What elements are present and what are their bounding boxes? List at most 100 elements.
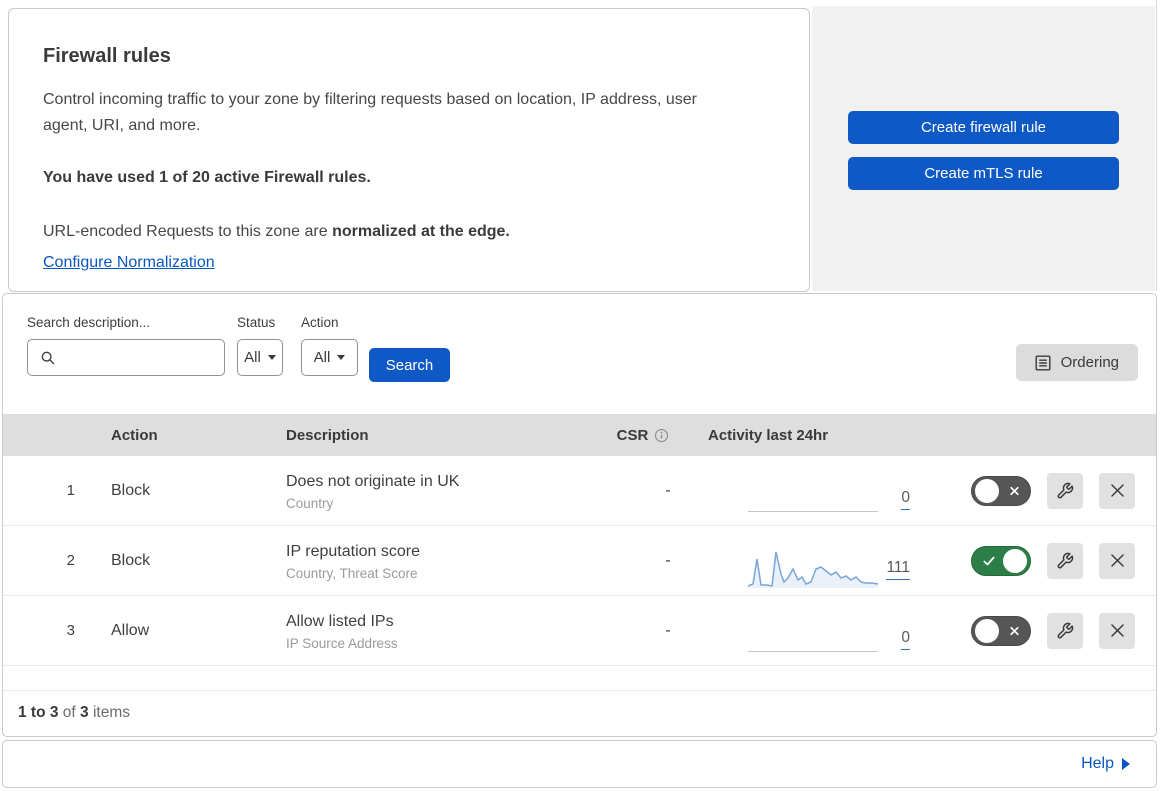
status-select-value: All [244,349,261,366]
rule-description: Does not originate in UK [286,472,460,490]
ordering-list-icon [1035,355,1051,371]
chevron-down-icon [267,355,276,360]
edit-rule-button[interactable] [1047,542,1083,579]
edit-rule-button[interactable] [1047,612,1083,649]
rule-priority: 1 [66,482,75,499]
rule-priority: 2 [66,552,75,569]
wrench-icon [1057,622,1074,638]
activity-sparkline-flat [748,511,878,512]
activity-count-link[interactable]: 0 [901,629,910,650]
status-select[interactable]: All [237,339,283,376]
close-icon [1110,484,1124,497]
activity-sparkline [748,551,878,588]
close-icon [1110,624,1124,637]
action-select[interactable]: All [301,339,358,376]
page-description: Control incoming traffic to your zone by… [43,91,697,134]
normalization-note: URL-encoded Requests to this zone are no… [43,219,769,245]
table-footer: 1 to 3 of 3 items [3,691,1156,722]
rule-fields: Country, Threat Score [286,565,418,581]
rule-csr-value: - [665,551,671,569]
arrow-right-icon [1122,758,1130,770]
items-of-label: of [62,704,76,721]
action-select-value: All [313,349,331,366]
toggle-off-x-icon [1008,484,1021,497]
activity-count-link[interactable]: 0 [901,489,910,510]
chevron-down-icon [337,355,346,360]
rule-description-cell: Does not originate in UK Country [273,471,583,511]
toggle-knob [975,618,999,643]
help-link[interactable]: Help [1081,755,1130,773]
normalization-note-text: URL-encoded Requests to this zone are [43,223,333,240]
usage-summary: You have used 1 of 20 active Firewall ru… [43,169,371,186]
search-button[interactable]: Search [369,348,450,382]
rule-description-cell: IP reputation score Country, Threat Scor… [273,541,583,581]
ordering-button[interactable]: Ordering [1015,344,1138,381]
rule-priority: 3 [66,622,75,639]
toggle-knob [1003,548,1027,573]
firewall-rules-table-card: Search description... Status All Action … [2,293,1157,737]
configure-normalization-link[interactable]: Configure Normalization [43,254,215,272]
rule-activity-cell: 111 [703,526,938,595]
filter-bar: Search description... Status All Action … [3,294,1156,414]
table-row: 3 Allow Allow listed IPs IP Source Addre… [3,596,1156,666]
rule-action: Block [111,551,151,569]
items-label: items [92,704,131,721]
toggle-off-x-icon [1008,624,1021,637]
action-filter: Action All [301,315,358,376]
toggle-on-check-icon [982,554,996,568]
actions-panel: Create firewall rule Create mTLS rule [812,6,1155,291]
delete-rule-button[interactable] [1099,542,1135,579]
table-row: 2 Block IP reputation score Country, Thr… [3,526,1156,596]
action-label: Action [301,315,339,330]
activity-count-link[interactable]: 111 [886,559,910,580]
rule-csr-value: - [665,621,671,639]
rule-activity-cell: 0 [703,596,938,665]
activity-column-header: Activity last 24hr [708,426,829,444]
status-label: Status [237,315,276,330]
rule-fields: IP Source Address [286,635,398,651]
rule-controls [938,472,1156,509]
firewall-rules-header-card: Firewall rules Control incoming traffic … [8,8,810,292]
table-header-row: Action Description CSR Activity last 24h… [3,414,1156,456]
delete-rule-button[interactable] [1099,612,1135,649]
help-label: Help [1081,755,1114,772]
page-title: Firewall rules [43,45,171,67]
search-label: Search description... [27,315,151,330]
csr-header-label: CSR [616,426,649,444]
normalization-note-bold: normalized at the edge. [332,223,510,240]
search-input-box[interactable] [27,339,225,376]
rule-enabled-toggle[interactable] [971,545,1031,576]
wrench-icon [1057,482,1074,498]
rule-fields: Country [286,495,334,511]
rule-description: Allow listed IPs [286,612,394,630]
table-empty-spacer [3,666,1156,691]
table-row: 1 Block Does not originate in UK Country… [3,456,1156,526]
rule-controls [938,542,1156,579]
info-icon[interactable] [654,428,669,443]
csr-column-header: CSR [583,427,703,444]
rule-enabled-toggle[interactable] [971,475,1031,506]
activity-sparkline-flat [748,651,878,652]
edit-rule-button[interactable] [1047,472,1083,509]
rule-activity-cell: 0 [703,456,938,525]
ordering-button-label: Ordering [1060,354,1119,371]
delete-rule-button[interactable] [1099,472,1135,509]
rule-description: IP reputation score [286,542,421,560]
rule-enabled-toggle[interactable] [971,615,1031,646]
toggle-knob [975,478,999,503]
search-input[interactable] [64,349,214,366]
rule-controls [938,612,1156,649]
rule-action: Block [111,481,151,499]
wrench-icon [1057,552,1074,568]
rule-action: Allow [111,621,150,639]
create-firewall-rule-button[interactable]: Create firewall rule [848,111,1119,144]
items-total: 3 [80,704,89,721]
help-bar: Help [2,740,1157,788]
firewall-rules-page: Firewall rules Control incoming traffic … [0,0,1161,791]
close-icon [1110,554,1124,567]
create-mtls-rule-button[interactable]: Create mTLS rule [848,157,1119,190]
items-range: 1 to 3 [18,704,59,721]
search-field: Search description... [27,315,225,376]
panel-right-border [1156,0,1157,291]
rule-description-cell: Allow listed IPs IP Source Address [273,611,583,651]
